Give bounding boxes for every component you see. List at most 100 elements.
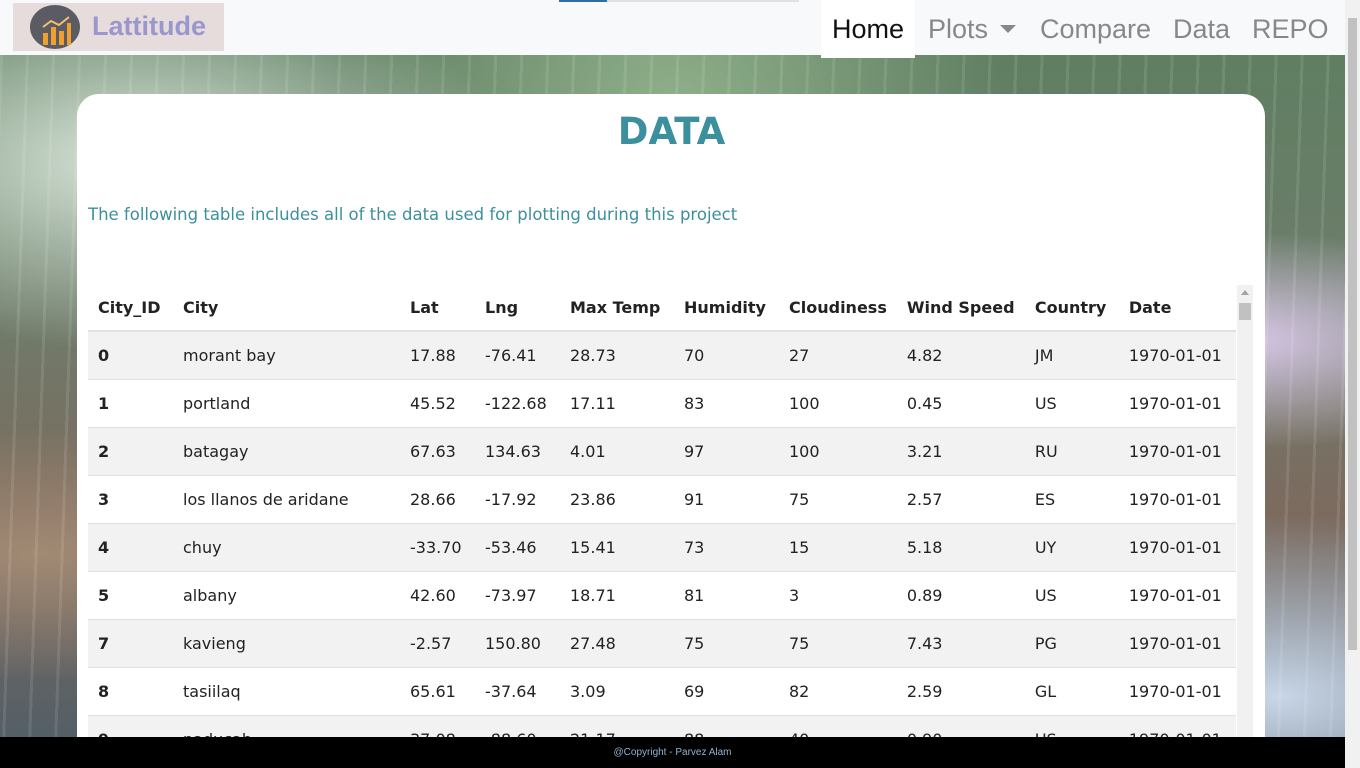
table-cell: 73 [674,522,779,571]
table-cell: portland [173,378,400,427]
column-header: City [173,285,400,332]
table-cell: 100 [779,426,897,475]
table-cell: -2.57 [400,618,475,667]
page-title: DATA [617,110,726,153]
table-cell: 0 [88,330,173,379]
table-cell: 134.63 [475,426,560,475]
table-cell: US [1024,570,1119,619]
footer: @Copyright - Parvez Alam [0,737,1345,768]
nav-repo[interactable]: REPO [1252,0,1329,58]
navbar: Lattitude Home Plots Compare Data REPO [0,0,1345,58]
table-cell: 21.17 [560,714,674,737]
table-cell: tasiilaq [173,666,400,715]
table-cell: 17.11 [560,378,674,427]
table-cell: 17.88 [400,330,475,379]
table-cell: 45.52 [400,378,475,427]
table-cell: chuy [173,522,400,571]
table-cell: US [1024,378,1119,427]
data-table-container[interactable]: City_ID City Lat Lng Max Temp Humidity C… [88,285,1236,737]
column-header: Wind Speed [896,285,1025,332]
table-cell: 0.90 [896,714,1025,737]
table-row: 9paducah37.08-88.6021.1788400.90US1970-0… [88,714,1236,737]
nav-plots-dropdown[interactable]: Plots [928,0,1017,58]
table-cell: 27.48 [560,618,674,667]
table-cell: paducah [173,714,400,737]
table-cell: 83 [674,378,779,427]
table-cell: 75 [779,474,897,523]
column-header: Humidity [674,285,779,332]
table-cell: 37.08 [400,714,475,737]
table-row: 3 los llanos de aridane 28.66 -17.92 23.86 91… [88,474,1236,523]
table-cell: 1970-01-01 [1118,666,1236,715]
page-scroll-thumb[interactable] [1348,18,1357,650]
table-row: 8 tasiilaq 65.61 -37.64 3.09 69 82 2.59 GL 1970-0… [88,666,1236,715]
table-body: 0 morant bay 17.88 -76.41 28.73 70 27 4.82 JM 197… [88,330,1236,737]
table-cell: 75 [779,618,897,667]
table-cell: kavieng [173,618,400,667]
table-cell: 23.86 [560,474,674,523]
table-cell: 150.80 [475,618,560,667]
table-cell: 42.60 [400,570,475,619]
table-cell: -73.97 [475,570,560,619]
table-cell: -76.41 [475,330,560,379]
table-scrollbar[interactable] [1237,285,1253,737]
nav-data[interactable]: Data [1173,0,1230,58]
table-cell: -53.46 [475,522,560,571]
table-cell: PG [1024,618,1119,667]
table-cell: 3 [779,570,897,619]
nav-home[interactable]: Home [821,0,915,58]
table-cell: 3 [88,474,173,523]
table-cell: 2.59 [896,666,1025,715]
nav-plots-label: Plots [928,14,989,44]
table-row: 1 portland 45.52 -122.68 17.11 83 100 0.45 US 197… [88,378,1236,427]
table-cell: 4.82 [896,330,1025,379]
page-scrollbar[interactable] [1345,0,1360,768]
caret-down-icon [1000,24,1017,33]
table-cell: 1970-01-01 [1118,474,1236,523]
table-cell: 1 [88,378,173,427]
brand-link[interactable]: Lattitude [13,3,224,51]
table-cell: 40 [779,714,897,737]
table-cell: RU [1024,426,1119,475]
table-cell: 91 [674,474,779,523]
brand-name: Lattitude [92,11,206,41]
table-cell: -33.70 [400,522,475,571]
table-cell: GL [1024,666,1119,715]
scroll-up-arrow-icon[interactable] [1241,290,1249,295]
column-header: City_ID [88,285,173,332]
table-cell: 28.73 [560,330,674,379]
table-row: 4 chuy -33.70 -53.46 15.41 73 15 5.18 UY 1970-01-… [88,522,1236,571]
table-cell: 4.01 [560,426,674,475]
table-cell: 28.66 [400,474,475,523]
tab-indicator [559,0,799,2]
column-header: Date [1118,285,1236,332]
column-header: Lng [475,285,560,332]
table-cell: 1970-01-01 [1118,570,1236,619]
column-header: Country [1024,285,1119,332]
table-scroll-thumb[interactable] [1239,303,1251,320]
table-cell: 27 [779,330,897,379]
table-cell: 9 [88,714,173,737]
table-cell: -37.64 [475,666,560,715]
table-cell: 4 [88,522,173,571]
table-row: 2 batagay 67.63 134.63 4.01 97 100 3.21 RU 1970-0… [88,426,1236,475]
table-cell: 5.18 [896,522,1025,571]
table-row: 5 albany 42.60 -73.97 18.71 81 3 0.89 US 1970-01-… [88,570,1236,619]
table-cell: JM [1024,330,1119,379]
table-cell: 65.61 [400,666,475,715]
table-cell: los llanos de aridane [173,474,400,523]
column-header: Max Temp [560,285,674,332]
nav-compare[interactable]: Compare [1040,0,1151,58]
table-cell: 1970-01-01 [1118,522,1236,571]
table-cell: 1970-01-01 [1118,378,1236,427]
table-cell: 1970-01-01 [1118,714,1236,737]
tab-indicator-active [559,0,607,2]
table-cell: 3.09 [560,666,674,715]
table-cell: 8 [88,666,173,715]
table-cell: 1970-01-01 [1118,426,1236,475]
table-cell: 15.41 [560,522,674,571]
table-cell: morant bay [173,330,400,379]
column-header: Lat [400,285,475,332]
table-cell: 82 [779,666,897,715]
table-cell: 3.21 [896,426,1025,475]
